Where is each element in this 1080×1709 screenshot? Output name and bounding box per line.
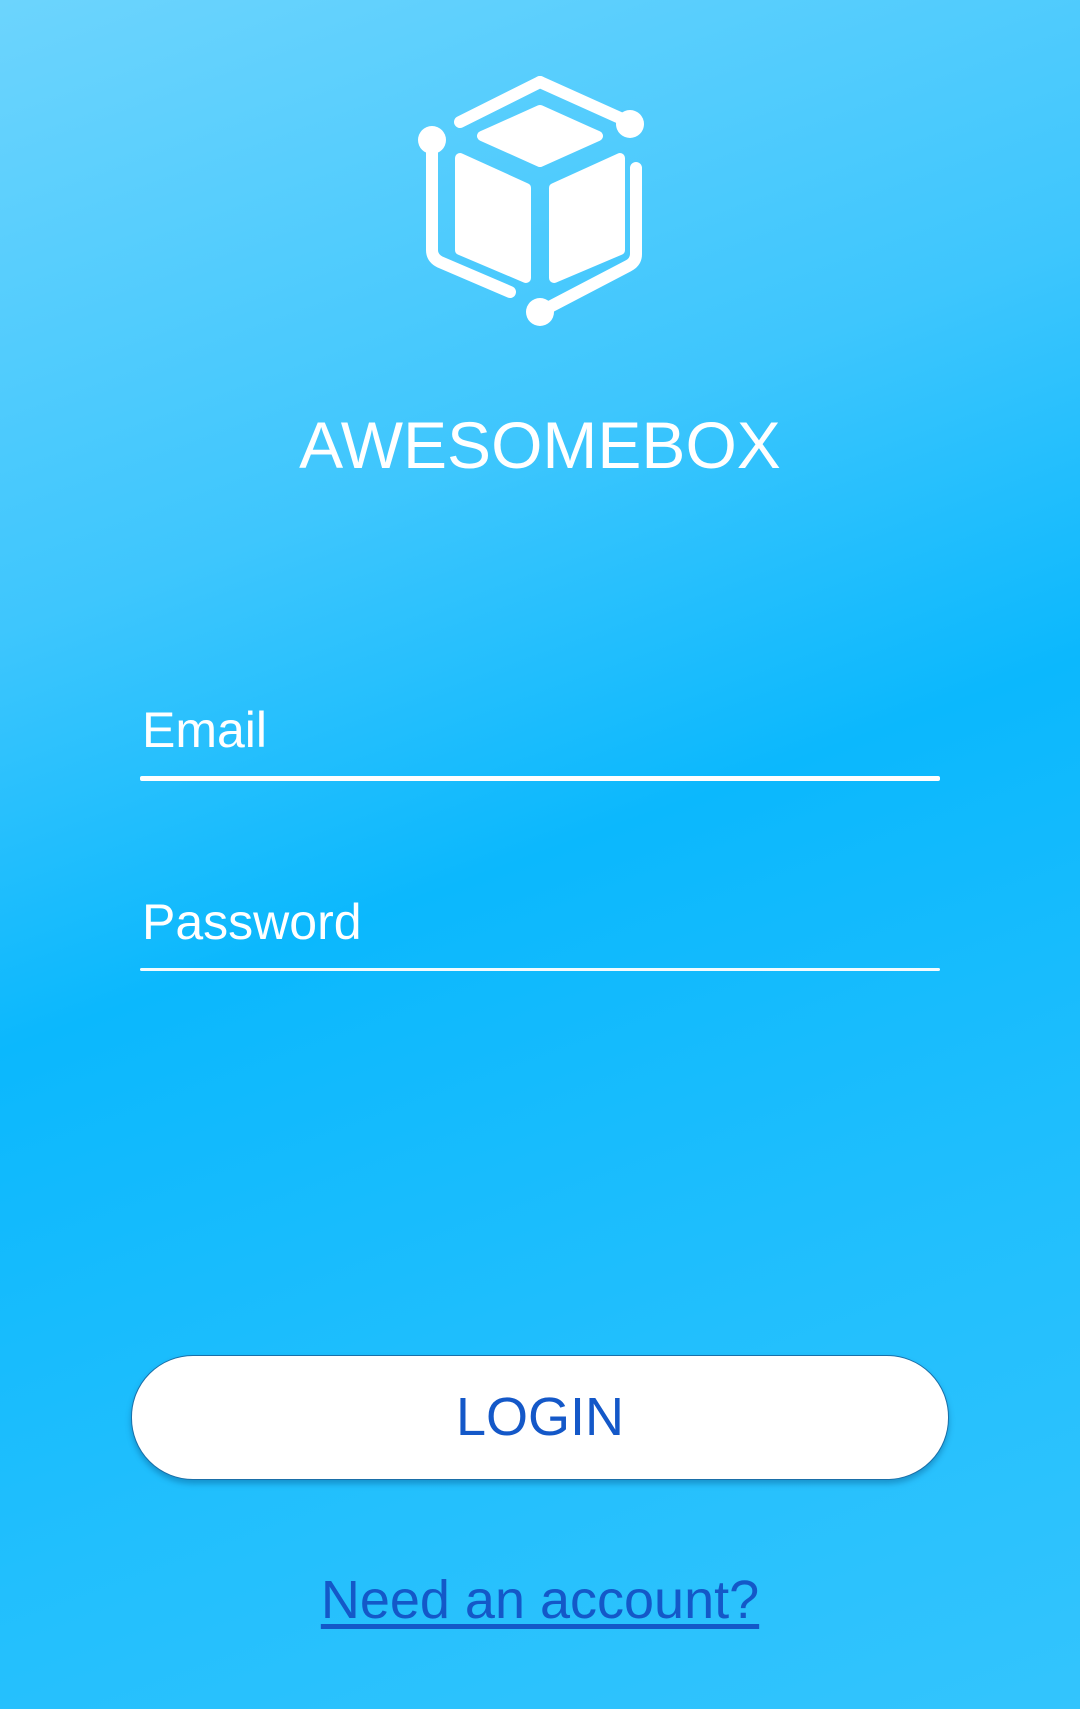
app-title: AWESOMEBOX xyxy=(299,408,781,482)
login-screen: AWESOMEBOX LOGIN Need an account? xyxy=(0,0,1080,1709)
need-account-link[interactable]: Need an account? xyxy=(0,1565,1080,1635)
email-input[interactable] xyxy=(140,690,940,770)
email-field-container xyxy=(140,690,940,781)
login-button[interactable]: LOGIN xyxy=(131,1355,949,1480)
cube-network-icon xyxy=(418,76,644,326)
password-input[interactable] xyxy=(140,882,940,962)
password-underline xyxy=(140,968,940,971)
password-field-container xyxy=(140,882,940,971)
email-underline xyxy=(140,776,940,781)
